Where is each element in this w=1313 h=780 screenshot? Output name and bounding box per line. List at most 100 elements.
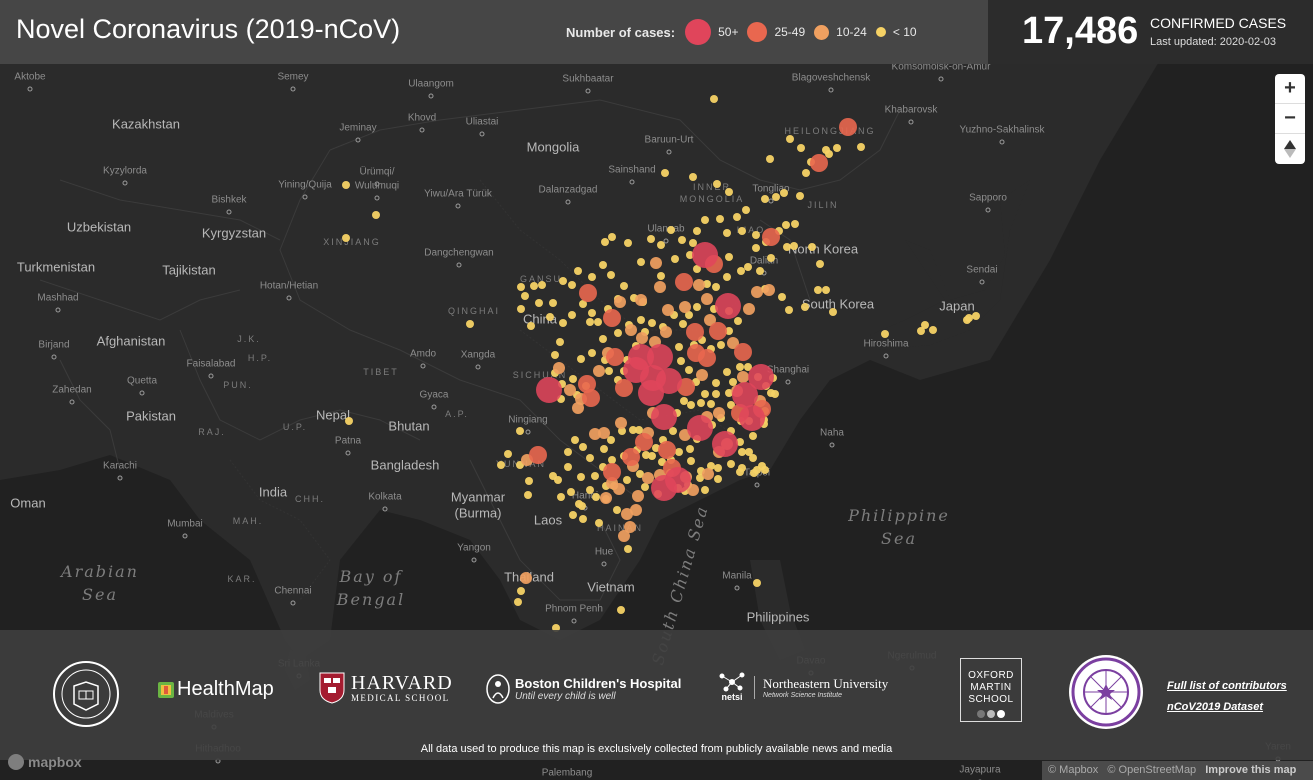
header-bar: Novel Coronavirus (2019-nCoV) Number of …: [0, 0, 988, 64]
city-marker-icon: [69, 399, 75, 405]
city-marker-icon: [355, 137, 361, 143]
oms-line-1: OXFORD: [968, 670, 1014, 681]
city-marker-icon: [286, 295, 292, 301]
bch-emblem-icon: [486, 674, 510, 704]
compass-icon: [1284, 140, 1296, 158]
city-marker-icon: [382, 506, 388, 512]
city-marker-icon: [883, 353, 889, 359]
city-marker-icon: [431, 404, 437, 410]
footer-sponsors: HealthMap HARVARD MEDICAL SCHOOL Boston …: [0, 630, 1313, 760]
zoom-controls: + −: [1275, 74, 1305, 164]
city-marker-icon: [571, 618, 577, 624]
legend-label: 10-24: [836, 25, 867, 39]
mapbox-text: mapbox: [28, 754, 82, 770]
city-marker-icon: [525, 429, 531, 435]
city-marker-icon: [985, 207, 991, 213]
harvard-sub-text: MEDICAL SCHOOL: [351, 693, 450, 703]
city-marker-icon: [475, 364, 481, 370]
zoom-out-button[interactable]: −: [1275, 104, 1305, 134]
city-marker-icon: [761, 270, 767, 276]
city-marker-icon: [629, 179, 635, 185]
network-graph-icon: [719, 672, 745, 692]
city-marker-icon: [226, 209, 232, 215]
northeastern-sub-text: Network Science Institute: [763, 691, 842, 699]
city-marker-icon: [420, 363, 426, 369]
city-marker-icon: [302, 194, 308, 200]
osm-attribution-link[interactable]: © OpenStreetMap: [1107, 764, 1196, 776]
confirmed-cases-label: CONFIRMED CASES: [1150, 15, 1287, 31]
northeastern-netsi-logo[interactable]: netsi Northeastern University Network Sc…: [718, 672, 888, 702]
tsinghua-university-seal-icon[interactable]: [1068, 654, 1144, 730]
zoom-in-button[interactable]: +: [1275, 74, 1305, 104]
bch-text: Boston Children's Hospital: [515, 676, 682, 691]
legend-dot-icon: [685, 19, 712, 45]
oms-line-2: MARTIN: [970, 682, 1012, 693]
harvard-text: HARVARD: [351, 672, 453, 694]
legend-item-under-10: < 10: [875, 25, 917, 39]
data-disclaimer: All data used to produce this map is exc…: [420, 743, 893, 755]
page-title: Novel Coronavirus (2019-nCoV): [16, 14, 401, 44]
legend-item-10-24: 10-24: [814, 24, 867, 40]
city-marker-icon: [999, 139, 1005, 145]
city-marker-icon: [374, 181, 380, 187]
city-marker-icon: [208, 373, 214, 379]
legend-dot-icon: [875, 27, 886, 37]
city-marker-icon: [139, 390, 145, 396]
footer-links: Full list of contributors nCoV2019 Datas…: [1167, 680, 1287, 722]
oms-dots-icon: [961, 710, 1021, 718]
legend-label: < 10: [892, 25, 917, 39]
city-marker-icon: [117, 475, 123, 481]
harvard-medical-logo[interactable]: HARVARD MEDICAL SCHOOL: [319, 672, 453, 704]
city-marker-icon: [428, 93, 434, 99]
city-marker-icon: [374, 195, 380, 201]
city-marker-icon: [585, 88, 591, 94]
reset-bearing-button[interactable]: [1275, 134, 1305, 164]
city-marker-icon: [601, 561, 607, 567]
bch-sub-text: Until every child is well: [515, 691, 616, 702]
city-marker-icon: [734, 585, 740, 591]
oxford-martin-school-logo[interactable]: OXFORD MARTIN SCHOOL: [960, 658, 1022, 722]
boston-childrens-logo[interactable]: Boston Children's Hospital Until every c…: [486, 674, 681, 704]
last-updated: Last updated: 2020-02-03: [1150, 36, 1276, 48]
confirmed-cases-panel: 17,486 CONFIRMED CASES Last updated: 202…: [988, 0, 1313, 64]
case-legend: Number of cases: 50+ 25-49 10-24 < 10: [566, 18, 926, 46]
city-marker-icon: [27, 86, 33, 92]
confirmed-cases-count: 17,486: [1022, 10, 1139, 52]
city-marker-icon: [479, 131, 485, 137]
city-marker-icon: [290, 86, 296, 92]
contributors-link[interactable]: Full list of contributors: [1167, 680, 1287, 692]
city-marker-icon: [829, 442, 835, 448]
netsi-text: netsi: [721, 692, 743, 702]
legend-label: 25-49: [774, 25, 806, 39]
city-marker-icon: [419, 127, 425, 133]
city-marker-icon: [754, 482, 760, 488]
city-marker-icon: [979, 279, 985, 285]
legend-title: Number of cases:: [566, 24, 676, 40]
city-marker-icon: [455, 203, 461, 209]
city-marker-icon: [122, 180, 128, 186]
mapbox-logo[interactable]: mapbox: [8, 754, 82, 770]
city-marker-icon: [908, 119, 914, 125]
healthmap-logo[interactable]: HealthMap: [158, 678, 274, 701]
healthmap-icon: [158, 681, 174, 698]
city-marker-icon: [785, 379, 791, 385]
improve-map-link[interactable]: Improve this map: [1205, 764, 1296, 776]
city-marker-icon: [828, 87, 834, 93]
mapbox-attribution-link[interactable]: © Mapbox: [1048, 764, 1098, 776]
city-marker-icon: [290, 600, 296, 606]
city-marker-icon: [55, 307, 61, 313]
map-attribution: © Mapbox © OpenStreetMap Improve this ma…: [1042, 761, 1313, 780]
northeastern-text: Northeastern University: [763, 675, 889, 691]
city-marker-icon: [666, 149, 672, 155]
city-marker-icon: [471, 557, 477, 563]
city-marker-icon: [768, 198, 774, 204]
dataset-link[interactable]: nCoV2019 Dataset: [1167, 701, 1287, 713]
city-marker-icon: [582, 505, 588, 511]
harvard-shield-icon: [319, 672, 345, 704]
city-marker-icon: [456, 262, 462, 268]
legend-dot-icon: [747, 22, 768, 42]
city-marker-icon: [51, 354, 57, 360]
city-marker-icon: [182, 533, 188, 539]
oxford-university-seal-icon[interactable]: [52, 656, 120, 732]
healthmap-text: HealthMap: [177, 678, 274, 700]
